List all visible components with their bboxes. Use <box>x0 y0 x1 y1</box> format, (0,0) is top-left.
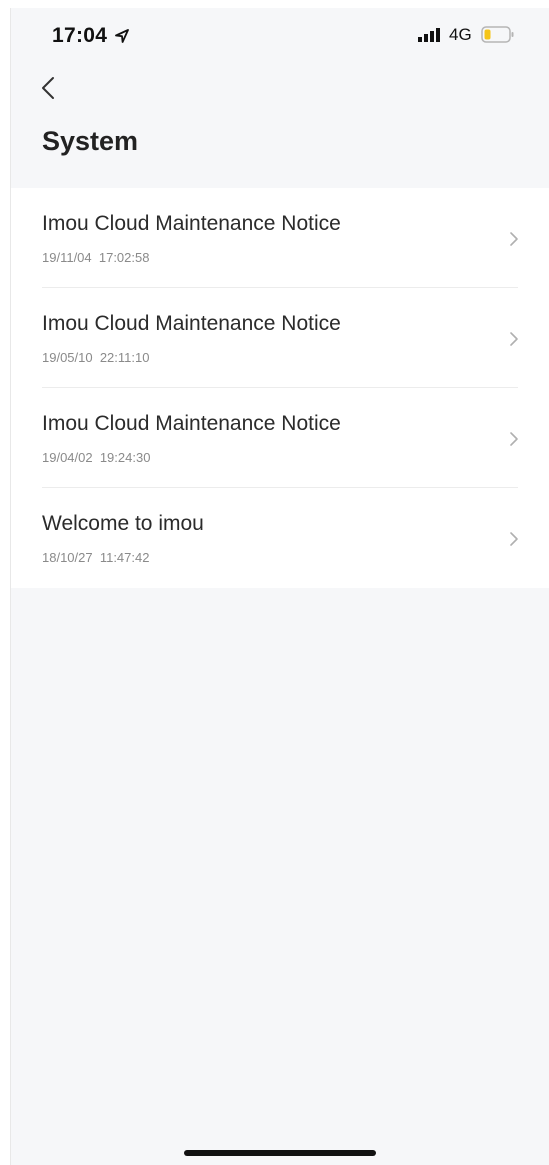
chevron-right-icon <box>510 332 518 346</box>
chevron-left-icon <box>42 77 54 99</box>
back-button[interactable] <box>35 70 65 104</box>
battery-low-icon <box>481 26 514 43</box>
status-bar: 17:04 4G <box>11 8 549 62</box>
location-arrow-icon <box>115 29 129 43</box>
list-item[interactable]: Imou Cloud Maintenance Notice 19/05/10 2… <box>11 288 549 388</box>
status-time: 17:04 <box>52 24 108 47</box>
chevron-right-icon <box>510 432 518 446</box>
chevron-right-icon <box>510 232 518 246</box>
message-time: 19/05/10 22:11:10 <box>42 350 150 365</box>
message-title: Imou Cloud Maintenance Notice <box>42 412 341 435</box>
cellular-signal-icon <box>418 28 440 42</box>
message-time: 19/04/02 19:24:30 <box>42 450 151 465</box>
list-item[interactable]: Imou Cloud Maintenance Notice 19/04/02 1… <box>11 388 549 488</box>
network-label: 4G <box>449 25 472 44</box>
message-title: Imou Cloud Maintenance Notice <box>42 212 341 235</box>
chevron-right-icon <box>510 532 518 546</box>
header: 17:04 4G System <box>11 8 549 188</box>
message-time: 19/11/04 17:02:58 <box>42 250 150 265</box>
message-list: Imou Cloud Maintenance Notice 19/11/04 1… <box>11 188 549 588</box>
message-title: Welcome to imou <box>42 512 204 535</box>
message-time: 18/10/27 11:47:42 <box>42 550 150 565</box>
message-title: Imou Cloud Maintenance Notice <box>42 312 341 335</box>
page-title: System <box>42 126 139 156</box>
list-item[interactable]: Welcome to imou 18/10/27 11:47:42 <box>11 488 549 588</box>
app-screen: 17:04 4G System Imou Cloud Maintenance N… <box>10 8 549 1165</box>
list-item[interactable]: Imou Cloud Maintenance Notice 19/11/04 1… <box>11 188 549 288</box>
home-indicator <box>184 1150 376 1156</box>
